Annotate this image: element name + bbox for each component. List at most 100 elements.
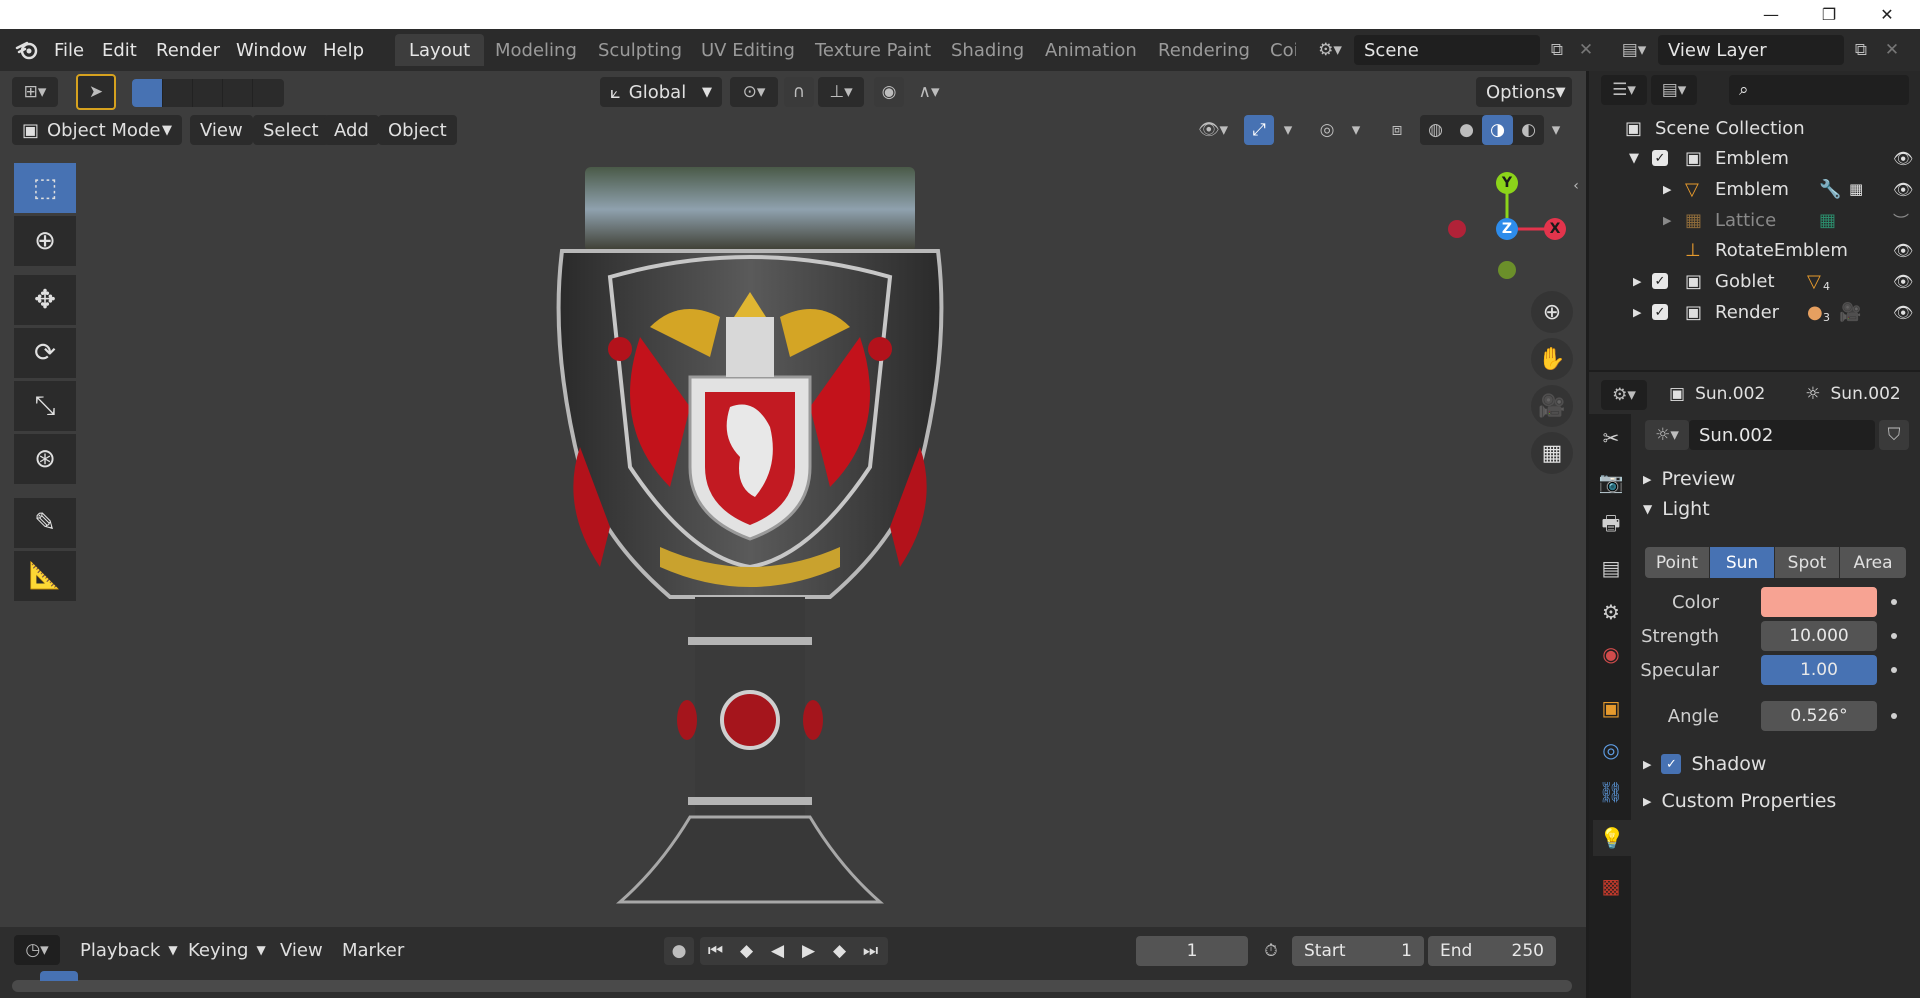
outliner-row-scene-collection[interactable]: ▣ Scene Collection xyxy=(1589,113,1920,143)
xray-toggle-icon[interactable]: ⧈ xyxy=(1382,115,1412,145)
axis-z-label[interactable]: Z xyxy=(1496,218,1518,240)
light-type-spot[interactable]: Spot xyxy=(1775,547,1839,578)
menu-window[interactable]: Window xyxy=(236,37,307,63)
3d-viewport[interactable]: ⊞▾ ➤ ⟀ Global ▼ ⊙▾ ∩ ⊥▾ ◉ ∧▾ Options ▼ ▣… xyxy=(0,71,1586,927)
rendered-shading-icon[interactable]: ◐ xyxy=(1513,115,1544,145)
light-data-tab-icon[interactable]: 💡 xyxy=(1593,820,1631,856)
outliner-search-input[interactable]: ⌕ xyxy=(1729,75,1909,105)
minimize-button[interactable]: — xyxy=(1742,0,1800,29)
play-icon[interactable]: ▶ xyxy=(793,937,824,965)
keyframe-dot-icon[interactable] xyxy=(1891,713,1897,719)
light-type-point[interactable]: Point xyxy=(1645,547,1709,578)
transform-orientation-dropdown[interactable]: ⟀ Global ▼ xyxy=(600,77,722,107)
gizmo-dropdown-icon[interactable]: ▾ xyxy=(1276,115,1300,145)
snap-target-icon[interactable]: ⊥▾ xyxy=(818,77,864,107)
play-reverse-icon[interactable]: ◀ xyxy=(762,937,793,965)
select-subtract-icon[interactable] xyxy=(192,79,222,107)
view-layer-browse-icon[interactable]: ▤▾ xyxy=(1612,35,1656,65)
start-frame-field[interactable]: Start 1 xyxy=(1292,936,1424,966)
timeline-view-menu[interactable]: View xyxy=(280,936,323,964)
display-mode-icon[interactable]: ▤▾ xyxy=(1651,75,1697,105)
tab-shading[interactable]: Shading xyxy=(937,34,1038,66)
solid-shading-icon[interactable]: ● xyxy=(1451,115,1482,145)
scene-browse-icon[interactable]: ⚙▾ xyxy=(1308,35,1352,65)
jump-end-icon[interactable]: ⏭ xyxy=(855,937,886,965)
gizmo-toggle-icon[interactable]: ⤢ xyxy=(1244,115,1274,145)
eye-icon[interactable]: 👁 xyxy=(1893,180,1913,199)
tab-animation[interactable]: Animation xyxy=(1031,34,1151,66)
auto-keying-record-icon[interactable]: ● xyxy=(664,937,694,965)
select-new-icon[interactable] xyxy=(132,79,162,107)
tab-uv-editing[interactable]: UV Editing xyxy=(687,34,809,66)
outliner-row-lattice[interactable]: ▶ ▦ Lattice ▦ ︶ xyxy=(1589,205,1920,235)
eye-icon[interactable]: 👁 xyxy=(1893,149,1913,168)
eye-icon[interactable]: 👁 xyxy=(1893,241,1913,260)
tab-sculpting[interactable]: Sculpting xyxy=(584,34,696,66)
shadow-checkbox[interactable]: ✓ xyxy=(1661,754,1682,774)
light-type-area[interactable]: Area xyxy=(1840,547,1906,578)
shading-dropdown-icon[interactable]: ▾ xyxy=(1544,115,1568,145)
tab-texture-paint[interactable]: Texture Paint xyxy=(801,34,945,66)
menu-render[interactable]: Render xyxy=(156,37,220,63)
options-dropdown[interactable]: Options ▼ xyxy=(1476,77,1572,107)
world-tab-icon[interactable]: ◉ xyxy=(1597,640,1625,668)
playhead[interactable] xyxy=(40,971,78,981)
menu-help[interactable]: Help xyxy=(323,37,364,63)
lattice-data-icon[interactable]: ▦ xyxy=(1819,210,1836,231)
select-tool-active-icon[interactable]: ➤ xyxy=(76,74,116,110)
collection-checkbox[interactable]: ✓ xyxy=(1652,273,1668,289)
fake-user-shield-icon[interactable]: ⛉ xyxy=(1879,420,1909,450)
viewport-menu-select[interactable]: Select xyxy=(253,115,329,145)
select-intersect-icon[interactable] xyxy=(252,79,284,107)
select-box-tool-icon[interactable]: ⬚ xyxy=(14,163,76,213)
view-layer-tab-icon[interactable]: ▤ xyxy=(1597,554,1625,582)
select-invert-icon[interactable] xyxy=(222,79,252,107)
scene-name-field[interactable]: Scene xyxy=(1354,35,1540,65)
eye-icon[interactable]: 👁 xyxy=(1893,272,1913,291)
menu-file[interactable]: File xyxy=(54,37,84,63)
pivot-point-icon[interactable]: ⊙▾ xyxy=(730,77,778,107)
light-color-swatch[interactable] xyxy=(1761,587,1877,617)
annotate-tool-icon[interactable]: ✎ xyxy=(14,498,76,548)
tab-rendering[interactable]: Rendering xyxy=(1144,34,1264,66)
timeline-editor-type-icon[interactable]: ◷▾ xyxy=(14,935,60,965)
outliner-row-emblem-object[interactable]: ▶ ▽ Emblem 🔧 ▦ 👁 xyxy=(1589,174,1920,204)
view-layer-name-field[interactable]: View Layer xyxy=(1658,35,1844,65)
panel-custom-properties-header[interactable]: ▶ Custom Properties xyxy=(1643,786,1836,816)
camera-view-icon[interactable]: 🎥 xyxy=(1531,385,1573,427)
overlays-dropdown-icon[interactable]: ▾ xyxy=(1344,115,1368,145)
sidebar-toggle-icon[interactable]: ‹ xyxy=(1568,173,1584,199)
proportional-edit-icon[interactable]: ◉ xyxy=(874,77,904,107)
next-keyframe-icon[interactable]: ◆ xyxy=(824,937,855,965)
viewport-menu-object[interactable]: Object xyxy=(378,115,457,145)
jump-start-icon[interactable]: ⏮ xyxy=(700,937,731,965)
current-frame-field[interactable]: 1 xyxy=(1136,936,1248,966)
expand-arrow-icon[interactable]: ▶ xyxy=(1633,306,1641,319)
axis-x-label[interactable]: X xyxy=(1544,218,1566,240)
angle-field[interactable]: 0.526° xyxy=(1761,701,1877,731)
light-datablock-name-field[interactable]: Sun.002 xyxy=(1689,420,1875,450)
eye-closed-icon[interactable]: ︶ xyxy=(1893,208,1909,232)
texture-tab-icon[interactable]: ▩ xyxy=(1597,872,1625,900)
zoom-icon[interactable]: ⊕ xyxy=(1531,291,1573,333)
blender-logo-icon[interactable] xyxy=(10,36,44,64)
pan-hand-icon[interactable]: ✋ xyxy=(1531,338,1573,380)
light-type-sun[interactable]: Sun xyxy=(1710,547,1774,578)
snap-toggle-icon[interactable]: ∩ xyxy=(784,77,814,107)
select-extend-icon[interactable] xyxy=(162,79,192,107)
outliner-editor-type-icon[interactable]: ☰▾ xyxy=(1601,75,1647,105)
proportional-falloff-icon[interactable]: ∧▾ xyxy=(906,77,952,107)
scene-tab-icon[interactable]: ⚙ xyxy=(1597,598,1625,626)
object-tab-icon[interactable]: ▣ xyxy=(1597,694,1625,722)
prev-keyframe-icon[interactable]: ◆ xyxy=(731,937,762,965)
overlays-toggle-icon[interactable]: ◎ xyxy=(1312,115,1342,145)
mesh-icon[interactable]: ▽ xyxy=(1807,271,1821,292)
keyframe-dot-icon[interactable] xyxy=(1891,667,1897,673)
light-icon[interactable]: ● xyxy=(1807,302,1823,323)
goblet-model[interactable] xyxy=(540,167,960,907)
vertex-groups-icon[interactable]: ▦ xyxy=(1849,180,1863,198)
expand-arrow-icon[interactable]: ▶ xyxy=(1663,214,1671,227)
expand-arrow-icon[interactable]: ▶ xyxy=(1633,275,1641,288)
measure-tool-icon[interactable]: 📐 xyxy=(14,551,76,601)
timeline-marker-menu[interactable]: Marker xyxy=(342,936,404,964)
